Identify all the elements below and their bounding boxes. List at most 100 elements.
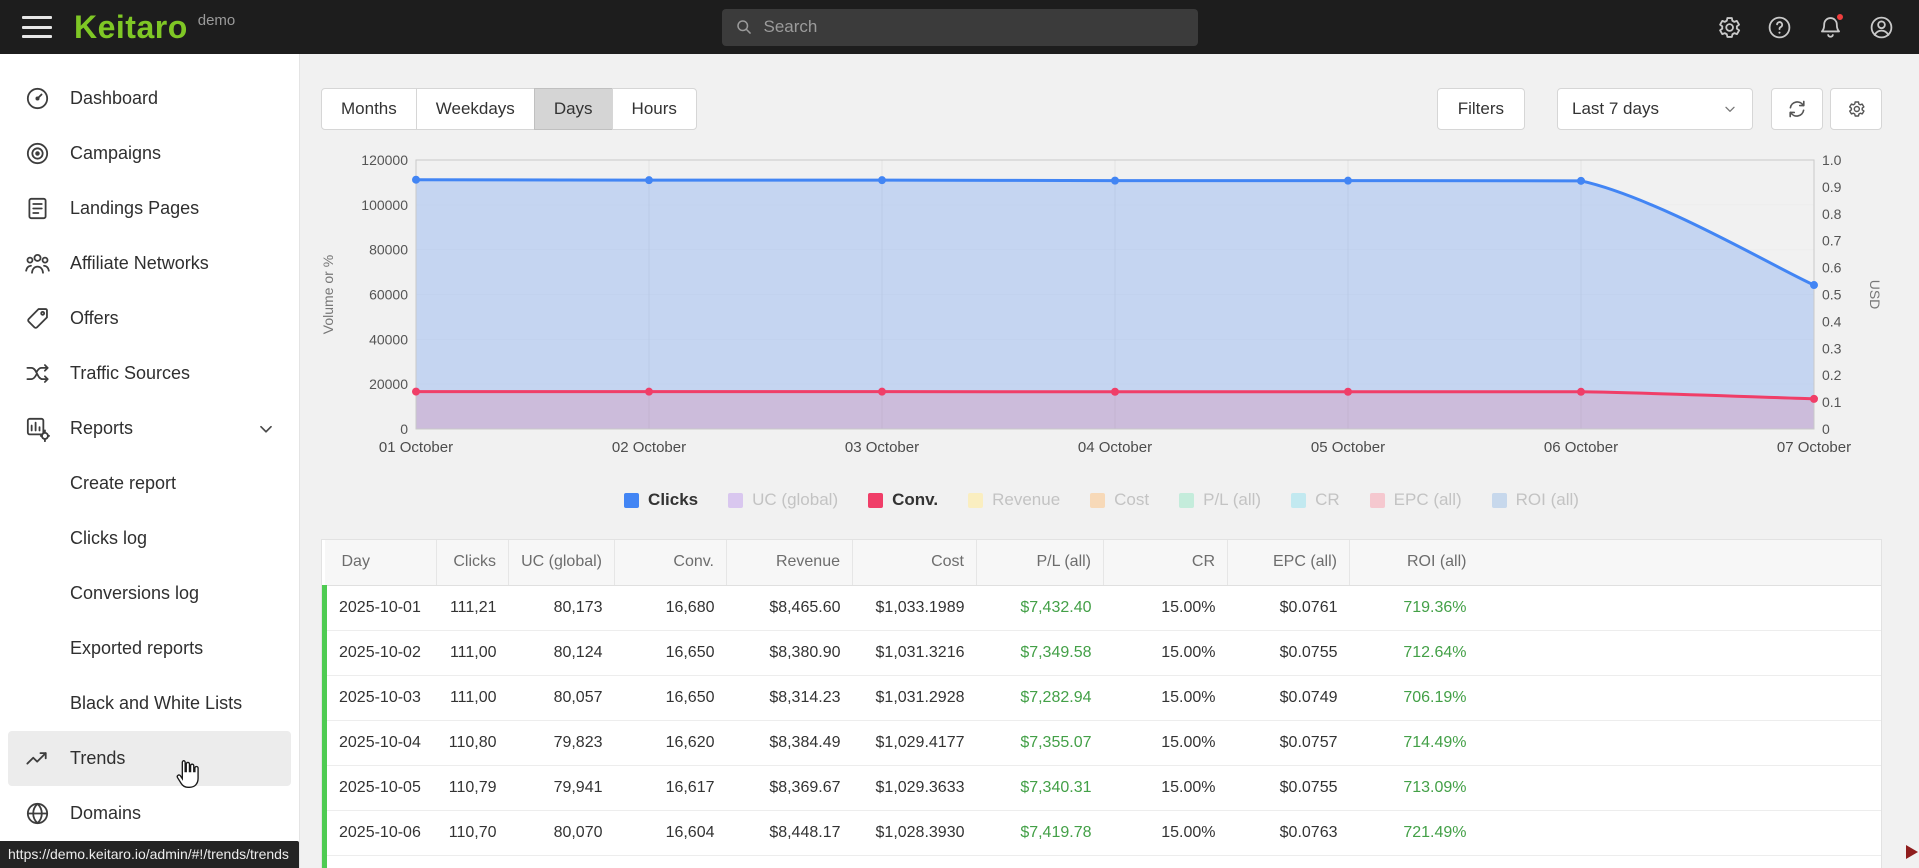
date-range-value: Last 7 days (1572, 99, 1659, 118)
notifications-bell-icon[interactable] (1817, 11, 1845, 41)
legend-item[interactable]: Cost (1090, 490, 1149, 510)
legend-label: EPC (all) (1393, 490, 1462, 509)
cell: $8,369.67 (726, 765, 853, 811)
tab-days[interactable]: Days (533, 88, 613, 130)
cell: 110,79 (436, 765, 509, 811)
point-Clicks (1344, 176, 1352, 185)
legend-swatch (1090, 492, 1106, 508)
sidebar-item-offers[interactable]: Offers (8, 291, 291, 346)
sidebar-item-trends[interactable]: Trends (8, 731, 291, 786)
svg-text:07 October: 07 October (1777, 439, 1851, 456)
svg-text:0.3: 0.3 (1822, 340, 1842, 356)
table-row[interactable]: 2025-10-06 110,70 80,070 16,604 $8,448.17 $1,… (322, 810, 1881, 856)
trends-table-wrap: Day Clicks UC (global) Conv. Revenue Cost P/L … (321, 539, 1882, 868)
point-Conv. (878, 387, 886, 396)
cell: 15.00% (1103, 585, 1228, 631)
column-header[interactable]: P/L (all) (976, 540, 1104, 586)
global-search[interactable] (721, 8, 1198, 46)
sidebar-item-reports[interactable]: Reports (8, 401, 291, 456)
legend-label: UC (global) (752, 490, 839, 509)
table-header-row: Day Clicks UC (global) Conv. Revenue Cost P/L … (324, 540, 1881, 586)
dashboard-icon (24, 85, 51, 112)
legend-item[interactable]: EPC (all) (1369, 490, 1462, 510)
sidebar-item-clicks-log[interactable]: Clicks log (8, 511, 291, 566)
user-avatar-icon[interactable] (1868, 14, 1895, 41)
search-input[interactable] (763, 17, 1186, 37)
sidebar-item-affiliate-networks[interactable]: Affiliate Networks (8, 236, 291, 291)
svg-text:20000: 20000 (369, 376, 408, 392)
column-header[interactable]: Cost (852, 540, 977, 586)
search-icon (736, 20, 751, 34)
traffic-sources-icon (24, 360, 51, 387)
keitaro-logo[interactable]: Keitaro (74, 9, 188, 46)
chevron-down-icon[interactable] (255, 418, 277, 440)
cell: 2025-10-05 (322, 765, 437, 811)
date-range-select[interactable]: Last 7 days (1557, 88, 1753, 130)
legend-item[interactable]: Clicks (624, 490, 698, 510)
legend-label: CR (1315, 490, 1340, 509)
column-header[interactable]: UC (global) (508, 540, 615, 586)
column-header[interactable]: Conv. (614, 540, 727, 586)
settings-gear-icon[interactable] (1715, 14, 1742, 41)
legend-item[interactable]: ROI (all) (1491, 490, 1579, 510)
svg-text:02 October: 02 October (612, 439, 686, 456)
filters-button[interactable]: Filters (1436, 88, 1525, 130)
sidebar-item-create-report[interactable]: Create report (8, 456, 291, 511)
legend-item[interactable]: CR (1291, 490, 1340, 510)
column-header[interactable]: Day (324, 540, 437, 586)
svg-text:0.5: 0.5 (1822, 287, 1842, 303)
legend-item[interactable]: Revenue (968, 490, 1060, 510)
table-row[interactable]: 2025-10-01 111,21 80,173 16,680 $8,465.60 $1,… (322, 585, 1881, 631)
cell: 79,941 (508, 765, 615, 811)
table-row[interactable]: 2025-10-0764,2346,4029,635$4,888.67$595.… (322, 855, 1881, 868)
legend-item[interactable]: Conv. (868, 490, 938, 510)
trends-line-chart[interactable]: 0 20000 40000 60000 80000 100000 120000 0 0.1 0.2… (321, 150, 1882, 465)
table-row[interactable]: 2025-10-05 110,79 79,941 16,617 $8,369.67 $1,… (322, 765, 1881, 811)
sidebar-item-landings-pages[interactable]: Landings Pages (8, 181, 291, 236)
cell: $8,384.49 (726, 720, 853, 766)
column-header[interactable]: EPC (all) (1227, 540, 1350, 586)
svg-text:80000: 80000 (369, 242, 408, 258)
table-row[interactable]: 2025-10-02 111,00 80,124 16,650 $8,380.90 $1,… (322, 630, 1881, 676)
svg-text:0: 0 (1822, 421, 1830, 437)
column-header[interactable]: ROI (all) (1349, 540, 1479, 586)
svg-text:03 October: 03 October (845, 439, 919, 456)
main-content: Months Weekdays Days Hours Filters Last 7 d… (300, 54, 1919, 868)
svg-text:0.4: 0.4 (1822, 313, 1842, 329)
column-header[interactable]: CR (1103, 540, 1228, 586)
legend-swatch (1491, 492, 1507, 508)
sidebar-item-conversions-log[interactable]: Conversions log (8, 566, 291, 621)
refresh-button[interactable] (1771, 88, 1823, 130)
column-header[interactable]: Clicks (436, 540, 509, 586)
sidebar-item-label: Affiliate Networks (70, 253, 209, 273)
legend-swatch (728, 492, 744, 508)
table-row[interactable]: 2025-10-04 110,80 79,823 16,620 $8,384.49 $1,… (322, 720, 1881, 766)
cell: $0.0755 (1227, 765, 1350, 811)
tab-months[interactable]: Months (321, 88, 417, 130)
cell: 64,23 (436, 855, 509, 868)
tab-weekdays[interactable]: Weekdays (415, 88, 535, 130)
help-icon[interactable] (1766, 14, 1793, 41)
table-row[interactable]: 2025-10-03 111,00 80,057 16,650 $8,314.23 $1,… (322, 675, 1881, 721)
cell: 2025-10-01 (322, 585, 437, 631)
sidebar-item-exported-reports[interactable]: Exported reports (8, 621, 291, 676)
sidebar-item-black-and-white-lists[interactable]: Black and White Lists (8, 676, 291, 731)
trends-table: Day Clicks UC (global) Conv. Revenue Cost P/L … (322, 540, 1881, 868)
svg-text:0.8: 0.8 (1822, 206, 1842, 222)
tab-hours[interactable]: Hours (611, 88, 697, 130)
svg-text:0: 0 (400, 421, 408, 437)
cell: $7,419.78 (976, 810, 1104, 856)
legend-item[interactable]: P/L (all) (1179, 490, 1261, 510)
legend-swatch (1291, 492, 1307, 508)
legend-item[interactable]: UC (global) (728, 490, 838, 510)
menu-icon[interactable] (22, 16, 52, 38)
sidebar-item-dashboard[interactable]: Dashboard (8, 71, 291, 126)
cell: 2025-10-03 (322, 675, 437, 721)
cell: $0.0763 (1227, 810, 1350, 856)
sidebar-item-domains[interactable]: Domains (8, 786, 291, 841)
legend-swatch (1369, 492, 1385, 508)
column-header[interactable]: Revenue (726, 540, 853, 586)
sidebar-item-traffic-sources[interactable]: Traffic Sources (8, 346, 291, 401)
sidebar-item-campaigns[interactable]: Campaigns (8, 126, 291, 181)
chart-settings-button[interactable] (1830, 88, 1882, 130)
